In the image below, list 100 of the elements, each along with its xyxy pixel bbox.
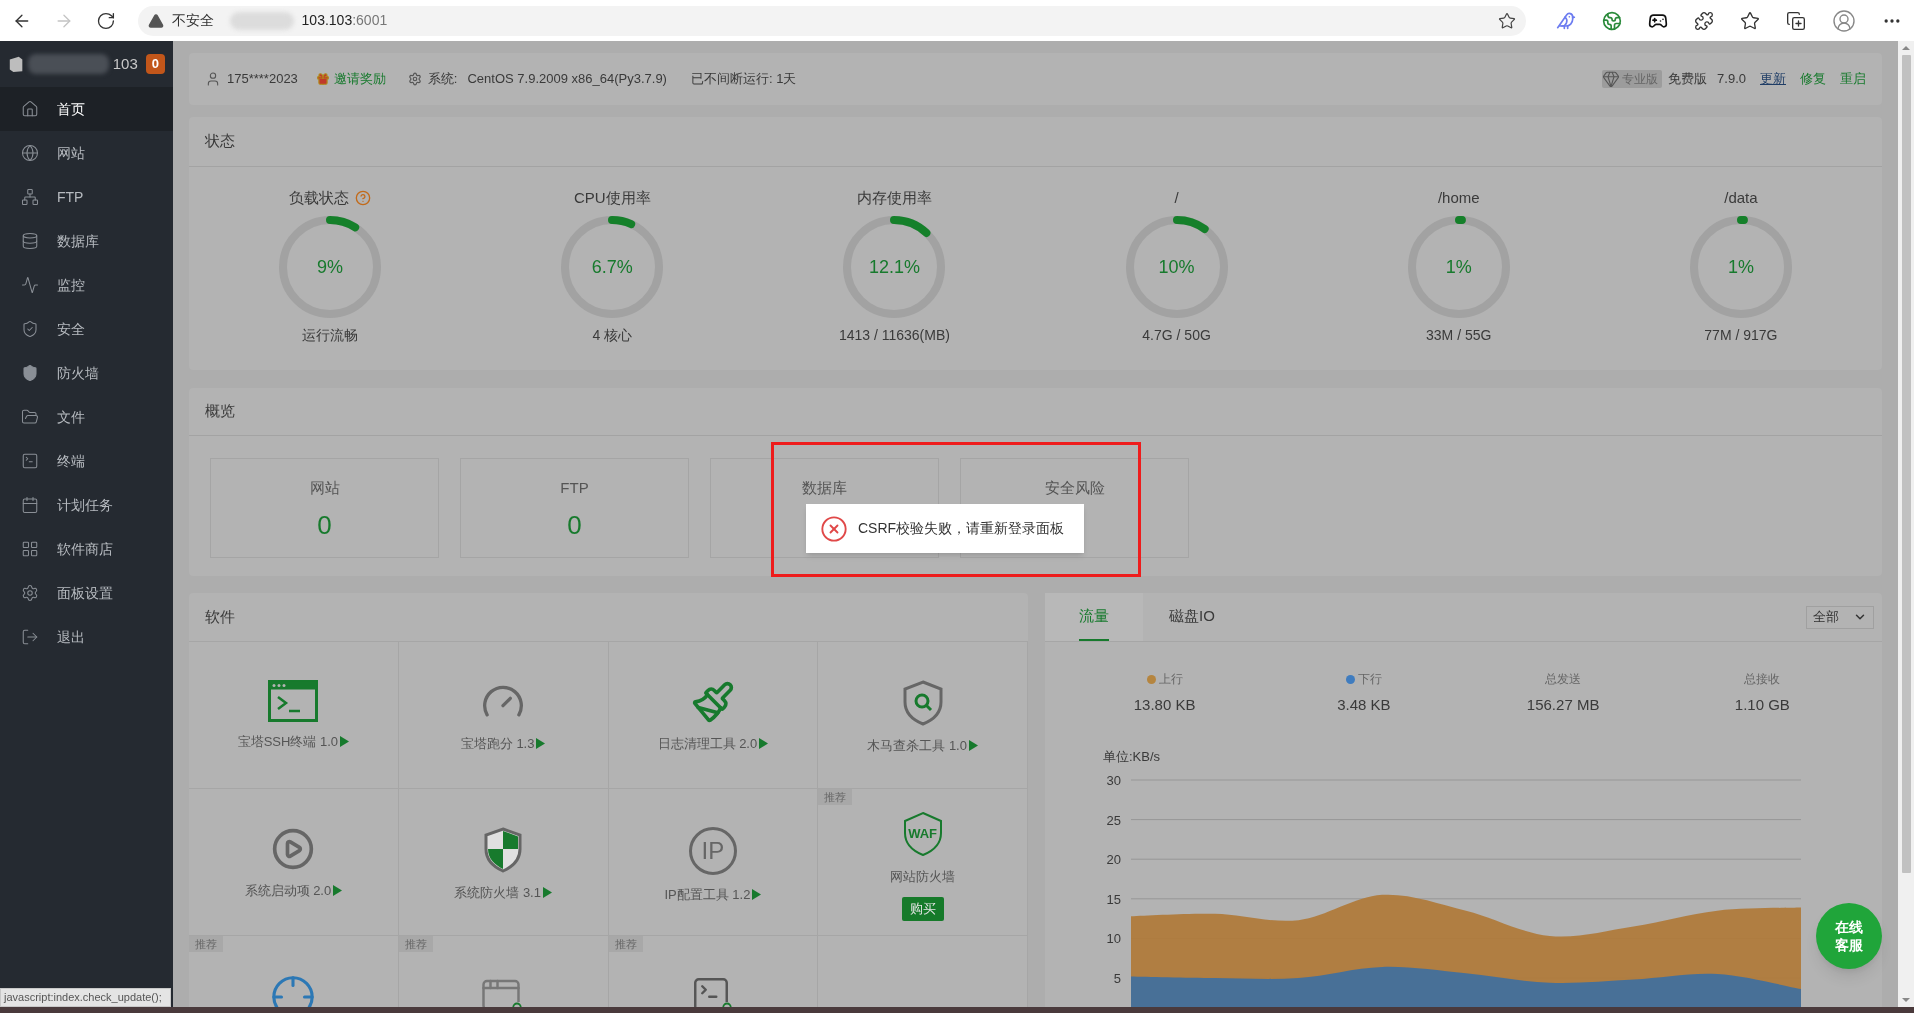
version-text: 7.9.0 xyxy=(1717,70,1746,89)
scrollbar[interactable] xyxy=(1898,41,1914,1007)
play-triangle-icon[interactable] xyxy=(340,736,350,748)
software-link[interactable]: 宝塔跑分 1.3 xyxy=(460,734,535,754)
home-icon xyxy=(21,100,39,118)
stat-label: 总发送 xyxy=(1545,671,1582,688)
software-link[interactable]: 宝塔SSH终端 1.0 xyxy=(237,732,339,752)
uptime-text: 已不间断运行: 1天 xyxy=(690,70,797,89)
database-icon xyxy=(21,232,39,250)
address-bar[interactable]: 不安全 103.103:6001 xyxy=(137,5,1526,36)
gauge-caption: 77M / 917G xyxy=(1704,326,1778,345)
sidebar-item[interactable]: 文件 xyxy=(0,395,173,439)
gauge-caption: 4 核心 xyxy=(592,326,633,345)
software-link[interactable]: 系统启动项 2.0 xyxy=(244,881,332,901)
notification-badge: 0 xyxy=(145,54,165,74)
sidebar-item[interactable]: 网站 xyxy=(0,131,173,175)
gauge-caption: 运行流畅 xyxy=(302,326,359,345)
y-tick-label: 20 xyxy=(1106,852,1121,868)
gift-icon xyxy=(315,72,330,86)
globe-icon[interactable] xyxy=(1602,10,1622,31)
tile-value: 0 xyxy=(567,508,582,542)
y-tick-label: 30 xyxy=(1106,773,1121,788)
sidebar-item[interactable]: 退出 xyxy=(0,615,173,659)
overview-tile[interactable]: 网站 0 xyxy=(210,458,439,558)
tile-label: FTP xyxy=(560,478,589,498)
y-tick-label: 5 xyxy=(1113,971,1121,986)
y-tick-label: 10 xyxy=(1106,931,1121,947)
edition-label: 免费版 xyxy=(1668,70,1708,89)
user-icon xyxy=(205,71,221,87)
sidebar-item[interactable]: 软件商店 xyxy=(0,527,173,571)
gauge-title: 内存使用率 xyxy=(856,187,932,208)
favorites-icon[interactable] xyxy=(1740,10,1760,31)
system-info: CentOS 7.9.2009 x86_64(Py3.7.9) xyxy=(467,70,667,89)
sidebar-item[interactable]: 防火墙 xyxy=(0,351,173,395)
warning-icon xyxy=(147,12,164,29)
sidebar-item[interactable]: 面板设置 xyxy=(0,571,173,615)
play-triangle-icon[interactable] xyxy=(759,738,769,750)
tile-label: 安全风险 xyxy=(1044,478,1105,498)
gauge-value: 1% xyxy=(1444,255,1473,279)
play-triangle-icon[interactable] xyxy=(752,889,762,901)
grid-icon xyxy=(21,540,39,558)
toast-message: CSRF校验失败，请重新登录面板 xyxy=(858,519,1065,538)
buy-button[interactable]: 购买 xyxy=(901,896,944,921)
play-circle-icon xyxy=(271,827,316,871)
stat-value: 1.10 GB xyxy=(1734,695,1790,715)
chart-tab[interactable]: 磁盘IO xyxy=(1143,593,1241,641)
software-link[interactable]: 日志清理工具 2.0 xyxy=(657,734,758,754)
gauge-title: /home xyxy=(1437,187,1480,208)
server-logo-icon xyxy=(8,54,25,74)
favorite-add-icon[interactable] xyxy=(1498,11,1516,30)
header-link[interactable]: 更新 xyxy=(1760,69,1786,89)
profile-avatar-icon[interactable] xyxy=(1832,8,1856,33)
y-tick-label: 25 xyxy=(1106,812,1121,828)
gauge-value: 9% xyxy=(316,255,345,279)
play-triangle-icon[interactable] xyxy=(542,887,552,899)
tile-value: 0 xyxy=(317,508,332,542)
sidebar-item[interactable]: 数据库 xyxy=(0,219,173,263)
radar-icon xyxy=(270,974,317,1007)
overview-tile[interactable]: FTP 0 xyxy=(460,458,689,558)
play-triangle-icon[interactable] xyxy=(968,740,978,752)
stat-value: 3.48 KB xyxy=(1337,695,1391,715)
gauge-caption: 33M / 55G xyxy=(1426,326,1492,345)
gauge-title: / xyxy=(1174,187,1179,208)
sidebar-item[interactable]: FTP xyxy=(0,175,173,219)
software-link[interactable]: 系统防火墙 3.1 xyxy=(454,883,541,903)
scroll-down-icon[interactable] xyxy=(1902,998,1910,1002)
calendar-icon xyxy=(21,496,39,514)
sidebar-item[interactable]: 监控 xyxy=(0,263,173,307)
system-label: 系统: xyxy=(427,70,458,89)
address-text: 103.103:6001 xyxy=(301,11,388,30)
error-icon xyxy=(820,514,848,543)
extensions-icon[interactable] xyxy=(1694,10,1714,31)
sidebar-item[interactable]: 终端 xyxy=(0,439,173,483)
gauge-value: 10% xyxy=(1157,255,1196,279)
gauge-caption: 1413 / 11636(MB) xyxy=(838,326,950,345)
terminal-icon xyxy=(21,452,39,470)
stat-label: 总接收 xyxy=(1744,671,1781,688)
card-title: 软件 xyxy=(205,606,235,627)
collections-icon[interactable] xyxy=(1786,10,1806,31)
server-name: 103 xyxy=(112,53,138,74)
software-link[interactable]: IP配置工具 1.2 xyxy=(664,885,751,905)
play-triangle-icon[interactable] xyxy=(333,885,343,897)
sidebar-item[interactable]: 首页 xyxy=(0,87,173,131)
gauge-caption: 4.7G / 50G xyxy=(1142,326,1211,345)
bird-icon[interactable] xyxy=(1556,10,1576,31)
help-icon[interactable] xyxy=(355,190,372,206)
sidebar-item[interactable]: 计划任务 xyxy=(0,483,173,527)
range-select[interactable]: 全部 xyxy=(1806,605,1874,629)
settings-icon xyxy=(21,584,39,602)
software-link[interactable]: 木马查杀工具 1.0 xyxy=(867,736,967,756)
software-name[interactable]: 网站防火墙 xyxy=(890,867,956,887)
recommend-tag: 推荐 xyxy=(189,936,223,952)
reload-icon[interactable] xyxy=(95,10,116,31)
chart-tab[interactable]: 流量 xyxy=(1045,593,1143,641)
sidebar-item[interactable]: 安全 xyxy=(0,307,173,351)
play-triangle-icon[interactable] xyxy=(536,738,546,750)
scroll-up-icon[interactable] xyxy=(1902,46,1910,50)
card-title: 概览 xyxy=(205,401,235,422)
gear-icon xyxy=(407,72,422,86)
security-label: 不安全 xyxy=(171,11,214,30)
